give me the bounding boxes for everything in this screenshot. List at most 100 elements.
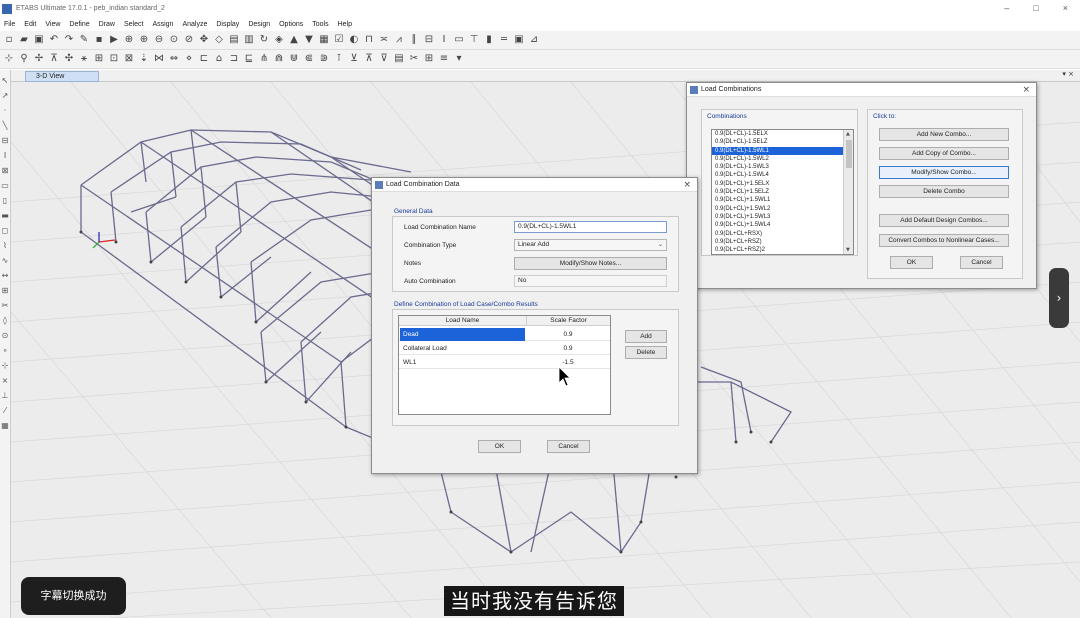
spring-icon[interactable]: ⚹ [78,53,90,65]
combinations-scrollbar[interactable]: ▲ ▼ [843,130,853,254]
design-wall-icon[interactable]: ⊽ [378,53,390,65]
snap-mid-icon[interactable]: ⊹ [1,361,10,371]
draw-brace-tool-icon[interactable]: ⊠ [1,166,10,176]
set-display-icon[interactable]: ☑ [333,34,345,46]
menu-help[interactable]: Help [336,21,359,28]
frame-icon[interactable]: ⊼ [48,53,60,65]
draw-beam-tool-icon[interactable]: ⊟ [1,136,10,146]
elevation-view-icon[interactable]: ▥ [243,34,255,46]
menu-assign[interactable]: Assign [150,21,180,28]
wall-icon[interactable]: ⊟ [423,34,435,46]
combination-list-item[interactable]: 0.9(DL+CL)+1.5ELX [712,180,853,188]
reshape-arrow-icon[interactable]: ↗ [1,91,10,101]
menu-edit[interactable]: Edit [22,21,43,28]
options-dropdown-icon[interactable]: ▾ [453,53,465,65]
scale-factor-cell[interactable]: 0.9 [526,328,610,341]
snap-icon[interactable]: ▣ [513,34,525,46]
combinations-list[interactable]: 0.9(DL+CL)-1.5ELX 0.9(DL+CL)-1.5ELZ 0.9(DL… [711,129,854,255]
add-copy-combo-button[interactable]: Add Copy of Combo... [879,147,1009,160]
combination-list-item[interactable]: 0.9(DL+CL)-1.5WL2 [712,155,853,163]
delete-button[interactable]: Delete [625,346,667,359]
maximize-icon[interactable]: □ [1033,3,1038,13]
filter-icon[interactable]: ⊤ [468,34,480,46]
display-options-icon[interactable]: ◐ [348,34,360,46]
draw-area-icon[interactable]: ▭ [1,181,10,191]
table-row[interactable]: Collateral Load 0.9 [399,342,610,355]
modify-show-notes-button[interactable]: Modify/Show Notes... [514,257,667,270]
combination-list-item[interactable]: 0.9(DL+CL)+1.5WL1 [712,196,853,204]
minimize-icon[interactable]: – [1004,3,1009,13]
up-one-level-icon[interactable]: ▲ [288,34,300,46]
design-composite-icon[interactable]: ⊼ [363,53,375,65]
modify-show-combo-button[interactable]: Modify/Show Combo... [879,166,1009,179]
delete-combo-button[interactable]: Delete Combo [879,185,1009,198]
new-file-icon[interactable]: ▫ [3,34,15,46]
release-icon[interactable]: ⋄ [183,53,195,65]
brace-icon[interactable]: ⩘ [393,34,405,46]
add-button[interactable]: Add [625,330,667,343]
lock-icon[interactable]: ▪ [93,34,105,46]
column-icon[interactable]: ∥ [408,34,420,46]
draw-reference-icon[interactable]: ◊ [1,316,10,326]
menu-define[interactable]: Define [67,21,96,28]
perspective-icon[interactable]: ◈ [273,34,285,46]
section-cut-icon[interactable]: ✂ [408,53,420,65]
load-name-cell[interactable]: WL1 [400,356,525,369]
3d-view-icon[interactable]: ◇ [213,34,225,46]
joint-icon[interactable]: ✢ [33,53,45,65]
draw-column-tool-icon[interactable]: I [1,151,10,161]
combination-list-item[interactable]: 0.9(DL+CL)+1.5WL3 [712,213,853,221]
beam-icon[interactable]: ≍ [378,34,390,46]
area-icon[interactable]: ⋈ [153,53,165,65]
design-concrete-icon[interactable]: ⊻ [348,53,360,65]
ok-button[interactable]: OK [890,256,933,269]
scroll-down-icon[interactable]: ▼ [846,247,850,253]
restraint-icon[interactable]: ✣ [63,53,75,65]
draw-brace-icon[interactable]: ⊠ [123,53,135,65]
cancel-button[interactable]: Cancel [547,440,590,453]
zoom-extents-icon[interactable]: ⊙ [168,34,180,46]
snap-grid-icon[interactable]: ▦ [1,421,10,431]
units-icon[interactable]: ▭ [453,34,465,46]
grid-icon[interactable]: ⊞ [423,53,435,65]
pencil-icon[interactable]: ✎ [78,34,90,46]
draw-opening-icon[interactable]: ◻ [1,226,10,236]
deformed-shape-icon[interactable]: ⋒ [273,53,285,65]
reshape-icon[interactable]: ⚲ [18,53,30,65]
pier-icon[interactable]: ⊐ [228,53,240,65]
load-name-cell[interactable]: Collateral Load [400,342,525,355]
design-steel-icon[interactable]: ⊺ [333,53,345,65]
draw-slab-icon[interactable]: ▬ [1,211,10,221]
zoom-window-icon[interactable]: ⊕ [123,34,135,46]
menu-view[interactable]: View [43,21,67,28]
zoom-previous-icon[interactable]: ⊘ [183,34,195,46]
draw-line-icon[interactable]: ╲ [1,121,10,131]
mode-shape-icon[interactable]: ⋓ [288,53,300,65]
view-close-icon[interactable]: ▾ × [1062,70,1074,78]
zoom-in-icon[interactable]: ⊕ [138,34,150,46]
table-row[interactable]: WL1 -1.5 [399,356,610,369]
select-arrow-icon[interactable]: ↖ [1,76,10,86]
table-icon[interactable]: ▮ [483,34,495,46]
story-icon[interactable]: ≡ [438,53,450,65]
tab-3d-view[interactable]: 3-D View [25,71,99,82]
combination-list-item[interactable]: 0.9(DL+CL)-1.5ELZ [712,138,853,146]
down-one-level-icon[interactable]: ▼ [303,34,315,46]
combination-list-item[interactable]: 0.9(DL+CL+RSX) [712,230,853,238]
load-cases-table[interactable]: Load Name Scale Factor Dead 0.9 Collater… [398,315,611,415]
select-pointer-icon[interactable]: ⊹ [3,53,15,65]
frame-section-icon[interactable]: ⊓ [363,34,375,46]
draw-tool-icon[interactable]: ⊿ [528,34,540,46]
object-shrink-icon[interactable]: ▦ [318,34,330,46]
combination-list-item[interactable]: 0.9(DL+CL+RSZ)2 [712,246,853,254]
snap-line-icon[interactable]: ⁄ [1,406,10,416]
scroll-up-icon[interactable]: ▲ [846,131,850,137]
redo-icon[interactable]: ↷ [63,34,75,46]
draw-link-icon[interactable]: ⌇ [1,241,10,251]
snap-intersect-icon[interactable]: ⨯ [1,376,10,386]
draw-grid-icon[interactable]: ⊞ [1,286,10,296]
pan-icon[interactable]: ✥ [198,34,210,46]
link-icon[interactable]: ⇔ [168,53,180,65]
undo-icon[interactable]: ↶ [48,34,60,46]
combination-list-item[interactable]: 0.9(DL+CL)-1.5WL4 [712,171,853,179]
